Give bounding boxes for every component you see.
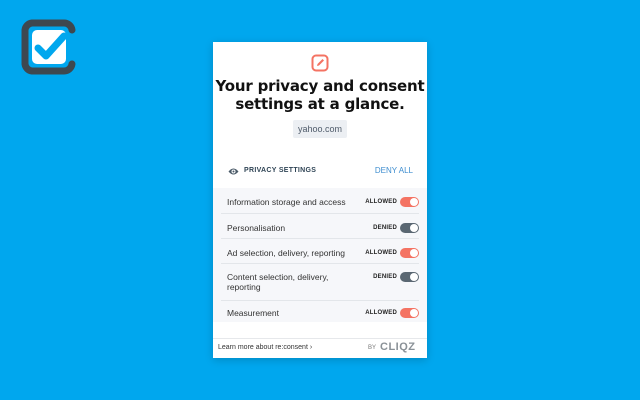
purpose-label: Content selection, delivery, reporting [227,272,329,292]
status-badge: DENIED [373,274,397,280]
purpose-toggle[interactable] [400,308,419,318]
purpose-toggle[interactable] [400,197,419,207]
deny-all-button[interactable]: DENY ALL [375,166,413,175]
learn-more-link[interactable]: Learn more about re:consent › [218,344,312,351]
purpose-toggle[interactable] [400,248,419,258]
edit-icon [311,54,329,72]
purpose-label: Personalisation [227,223,286,233]
popup-headline: Your privacy and consent settings at a g… [213,77,427,113]
headline-line-1: Your privacy and consent [215,77,425,95]
purpose-toggle[interactable] [400,223,419,233]
consent-popup: Your privacy and consent settings at a g… [213,42,427,358]
toggle-knob [410,224,418,232]
status-badge: ALLOWED [365,250,397,256]
by-label: BY [368,345,377,351]
purpose-list: Information storage and access ALLOWED P… [213,188,427,322]
list-item: Personalisation DENIED [221,213,419,239]
toggle-knob [410,249,418,257]
footer-divider [213,338,427,339]
headline-line-2: settings at a glance. [235,95,405,113]
purpose-label: Measurement [227,308,279,318]
list-item: Information storage and access ALLOWED [221,188,419,214]
domain-chip: yahoo.com [293,120,347,138]
privacy-settings-header: PRIVACY SETTINGS DENY ALL [213,165,427,179]
status-badge: ALLOWED [365,310,397,316]
purpose-label: Ad selection, delivery, reporting [227,248,345,258]
checkmark-logo-icon [21,19,76,75]
purpose-label: Information storage and access [227,197,346,207]
list-item: Content selection, delivery, reporting D… [221,263,419,301]
toggle-knob [410,309,418,317]
status-badge: DENIED [373,225,397,231]
status-badge: ALLOWED [365,199,397,205]
toggle-knob [410,198,418,206]
brand-logo: CLIQZ [380,341,416,353]
privacy-settings-title: PRIVACY SETTINGS [244,167,317,174]
toggle-knob [410,273,418,281]
purpose-toggle[interactable] [400,272,419,282]
eye-icon [228,168,239,175]
list-item: Ad selection, delivery, reporting ALLOWE… [221,238,419,264]
list-item: Measurement ALLOWED [221,300,419,322]
